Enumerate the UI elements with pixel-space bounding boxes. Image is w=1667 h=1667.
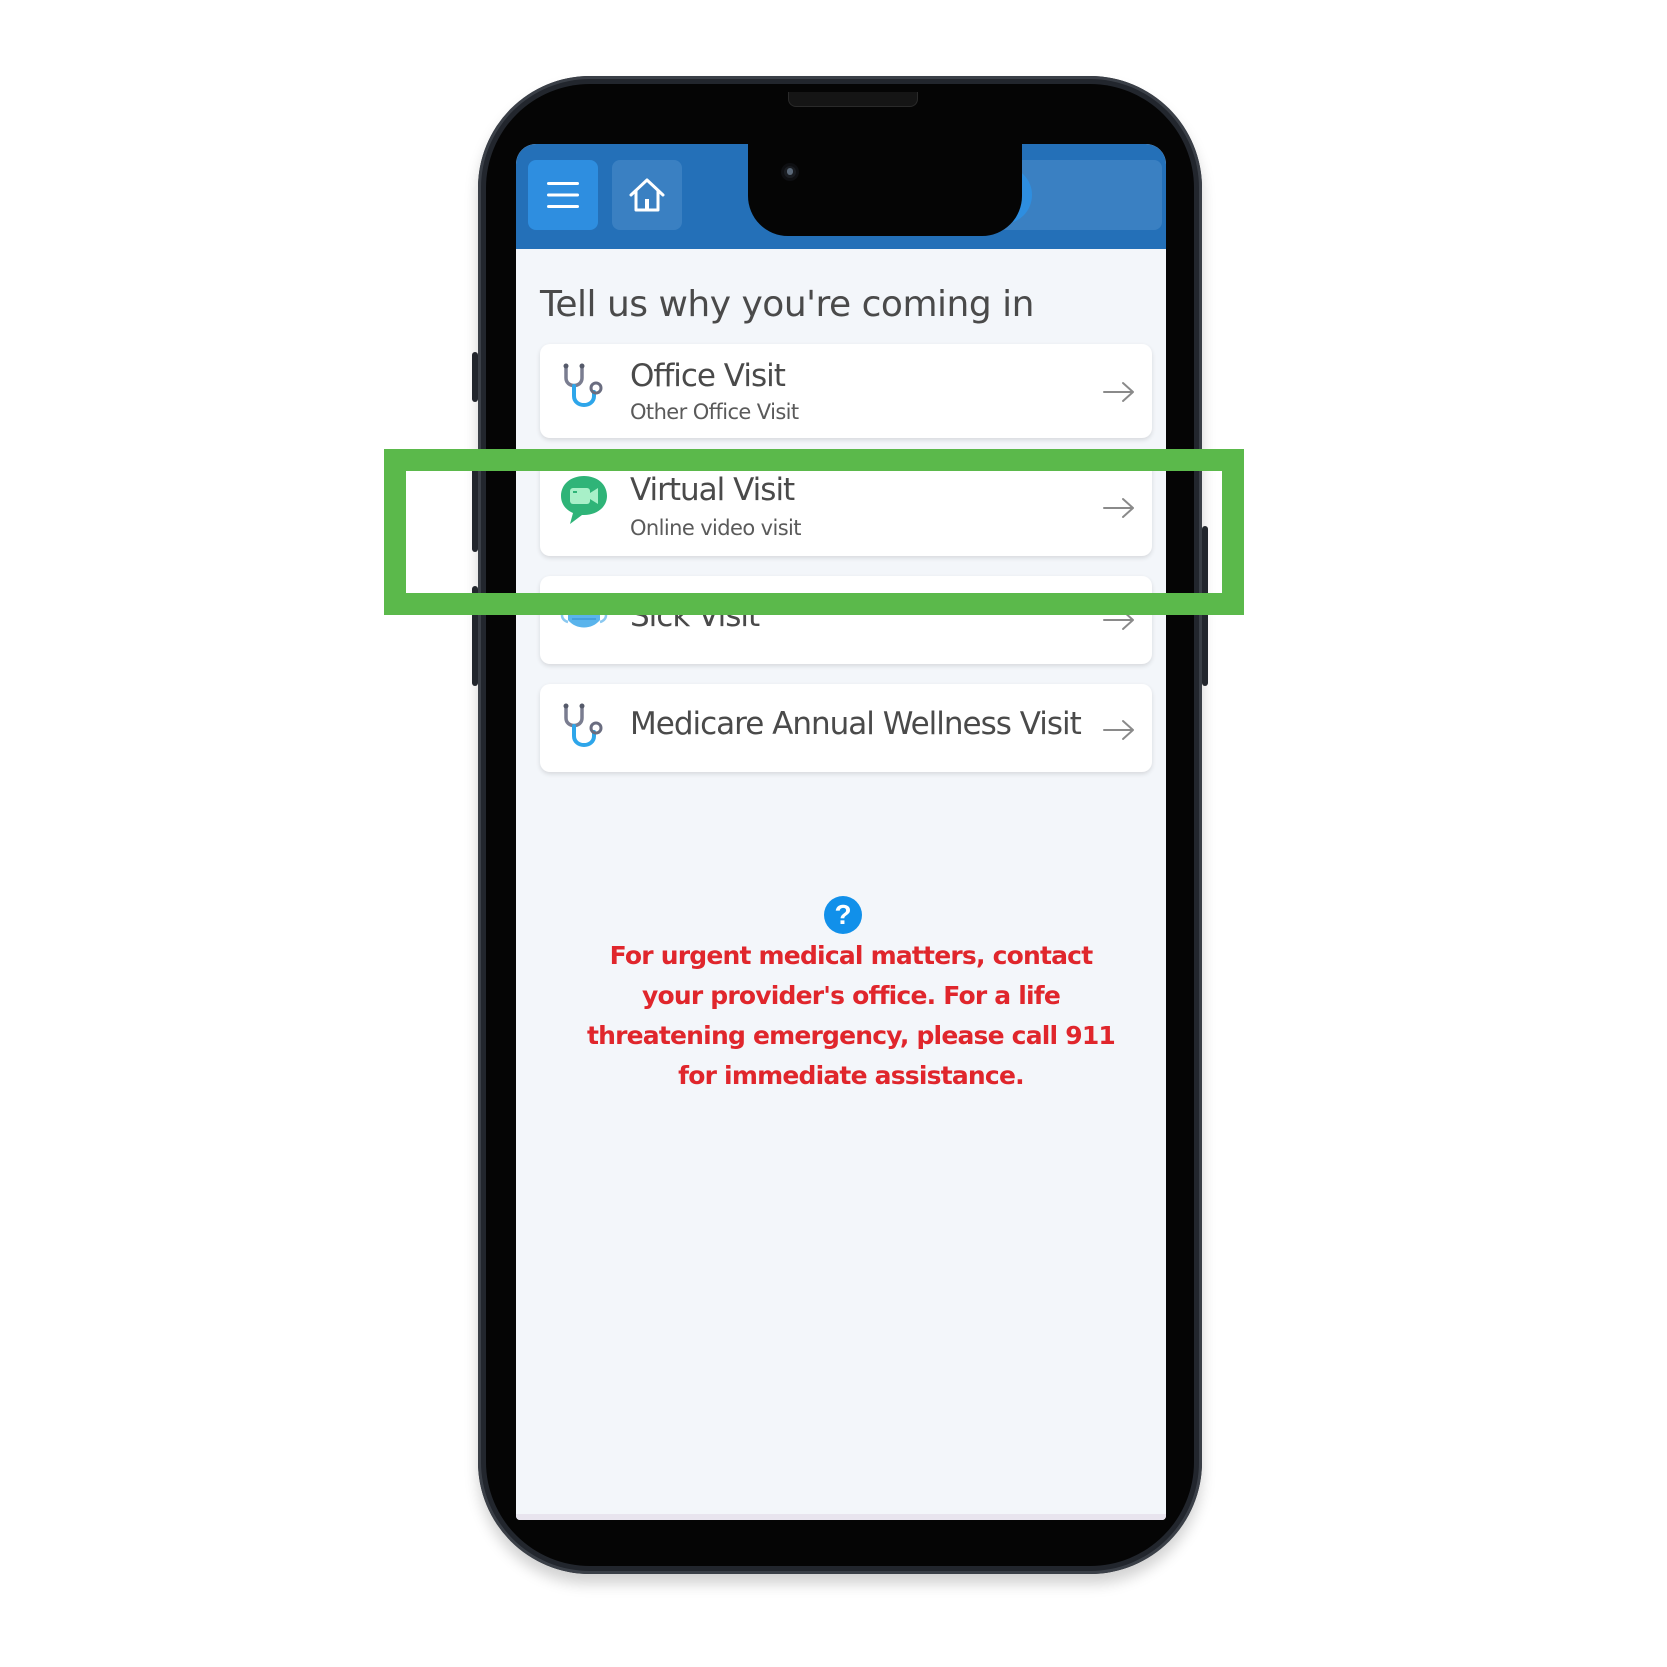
visit-option-office[interactable]: Office Visit Other Office Visit [540,344,1152,438]
visit-option-title: Office Visit [630,358,786,394]
home-indicator-area [516,1514,1166,1520]
home-button[interactable] [612,160,682,230]
visit-option-subtitle: Other Office Visit [630,400,799,424]
front-camera [784,166,796,178]
phone-notch [748,144,1022,236]
phone-action-button [472,352,478,402]
app-screen: K Tell us why you're coming in Office Vi… [516,144,1166,1520]
phone-bezel: K Tell us why you're coming in Office Vi… [486,84,1194,1566]
visit-option-title: Medicare Annual Wellness Visit [630,706,1082,742]
stethoscope-icon [563,363,603,407]
home-icon [629,178,665,212]
stethoscope-icon [563,703,603,747]
page-title: Tell us why you're coming in [540,284,1034,325]
arrow-right-icon [1103,382,1134,402]
phone-frame: K Tell us why you're coming in Office Vi… [472,76,1208,1574]
hamburger-menu-icon [547,182,579,208]
visit-option-medicare-wellness[interactable]: Medicare Annual Wellness Visit [540,684,1152,772]
menu-button[interactable] [528,160,598,230]
urgent-care-notice: For urgent medical matters, contact your… [586,941,1116,1090]
highlight-box-virtual-visit [384,449,1244,615]
arrow-right-icon [1103,720,1134,740]
phone-speaker [788,92,918,107]
question-mark-icon[interactable]: ? [824,896,862,934]
